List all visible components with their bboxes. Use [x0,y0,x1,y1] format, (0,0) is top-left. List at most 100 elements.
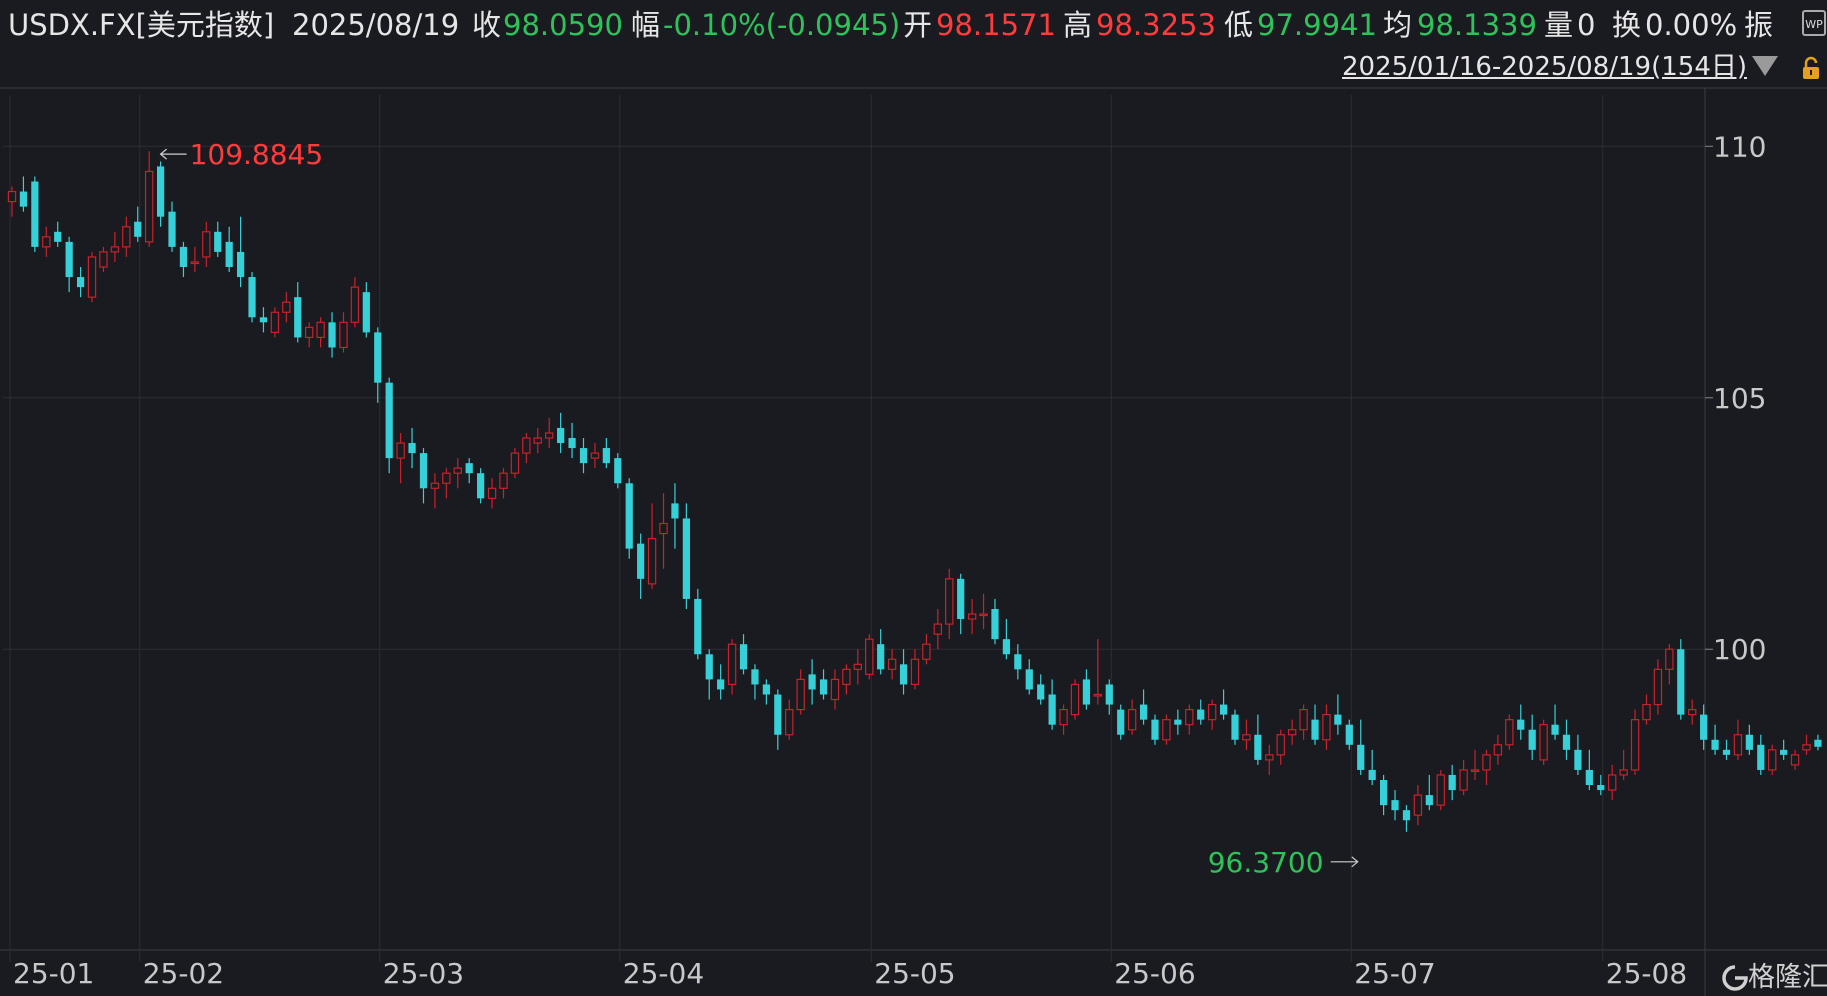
candle-body [1757,744,1765,770]
candle-body [328,322,336,348]
candle-body [602,448,610,464]
candle-body [796,678,805,711]
candle-body [1607,774,1617,791]
candle-body [156,166,165,217]
candle-body [1493,744,1503,756]
candle-body [717,679,725,690]
candle-body [510,452,520,474]
candle-body [1722,749,1731,755]
candle-body [270,311,280,333]
candle-body [671,503,679,519]
candle-body [910,658,920,686]
candle-body [877,644,885,670]
candle-body [1265,754,1274,761]
candle-body [1207,703,1217,721]
candle-body [1231,714,1239,740]
candle-body [1436,774,1445,806]
candle-body [533,437,542,444]
candle-body [808,674,816,690]
candle-body [168,211,176,247]
candle-body [1139,704,1148,720]
candle-body [705,654,713,680]
candle-body [248,277,256,318]
candle-body [1368,769,1376,780]
candle-body [899,664,908,685]
candle-body [1562,734,1571,750]
candle-body [134,221,142,237]
candle-body [762,684,770,695]
candle-body [774,694,782,735]
candle-body [1539,724,1548,761]
candle-body [979,613,988,617]
candle-body [19,191,28,207]
candle-body [933,623,943,635]
candle-body [1402,810,1411,821]
candle-body [1151,719,1159,740]
candle-body [1185,708,1194,726]
candle-body [1254,734,1262,760]
candle-body [853,663,863,670]
candle-body [1048,694,1056,725]
candle-body [967,613,977,620]
y-tick-label: 100 [1713,633,1766,666]
candle-body [819,679,828,695]
candle-body [1790,754,1800,766]
candle-body [1413,794,1423,816]
candle-body [87,256,97,298]
candle-body [1768,749,1777,771]
candle-body [1082,679,1091,705]
candle-body [545,432,554,439]
candle-body [1574,749,1582,770]
candle-body [31,181,39,247]
candle-body [887,658,897,670]
y-tick-label: 105 [1713,382,1766,415]
x-tick-label: 25-03 [383,957,464,990]
candle-body [1517,719,1525,730]
candlestick-chart[interactable]: 109.8845 96.3700 100 105 110 25-01 25-02 25-0… [0,0,1827,996]
candle-body [751,669,759,685]
candle-body [499,472,508,489]
candle-body [453,467,462,474]
candle-body [350,286,360,323]
candle-body [1391,800,1399,811]
candle-body [202,231,211,258]
candle-body [1470,769,1480,773]
candle-body [1505,719,1514,746]
x-tick-label: 25-02 [143,957,224,990]
candle-body [557,427,565,444]
y-tick-label: 110 [1713,130,1766,163]
candle-body [1585,769,1593,786]
candle-body [1700,714,1708,740]
candle-body [590,452,600,459]
candle-body [922,643,931,660]
candle-body [1745,734,1753,750]
candle-body [396,442,405,459]
candle-body [842,668,851,686]
candle-body [727,643,737,686]
candle-body [1002,639,1011,655]
candle-body [294,297,302,338]
candle-body [1459,769,1468,791]
candle-body [1334,714,1342,725]
candle-body [339,321,348,349]
candle-body [374,332,382,383]
candle-body [237,251,245,278]
candle-body [304,326,314,339]
candle-body [739,644,748,670]
candle-body [1025,669,1033,690]
candle-body [99,251,108,268]
candle-body [1014,654,1022,670]
x-tick-label: 25-04 [623,957,704,990]
candle-body [487,487,497,499]
candle-body [76,277,85,288]
candle-body [1677,649,1685,715]
candle-body [1780,749,1788,755]
candle-body [1117,709,1125,735]
candle-body [259,317,268,323]
low-value-label: 96.3700 [1208,846,1324,879]
candle-body [144,170,154,243]
candle-body [1642,703,1651,721]
x-tick-label: 25-08 [1606,957,1687,990]
candle-body [1197,709,1205,720]
candle-body [465,463,473,474]
